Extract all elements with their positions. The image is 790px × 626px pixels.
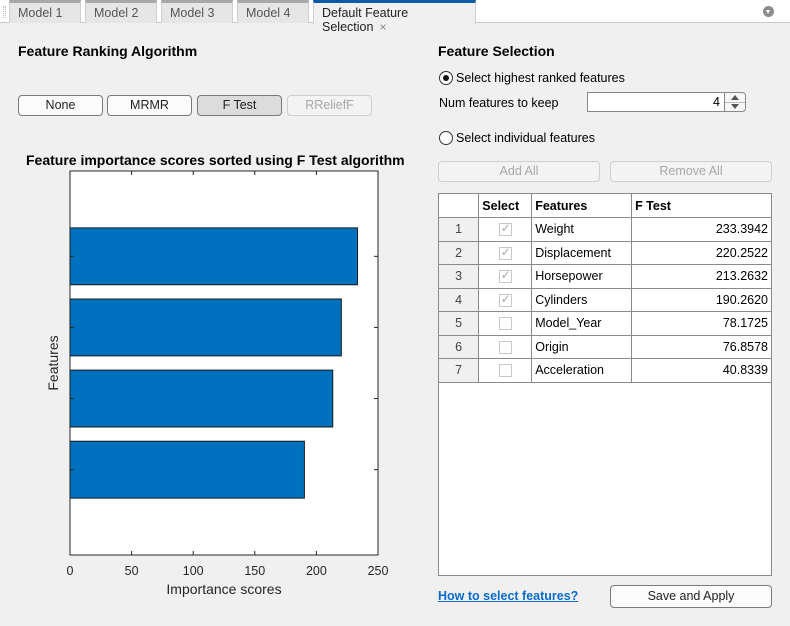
select-cell[interactable] [478, 311, 533, 336]
column-header-index [439, 194, 480, 218]
x-tick-label: 250 [368, 564, 389, 578]
f-test-score: 220.2522 [631, 240, 771, 265]
tab-model-3[interactable]: Model 3 [161, 0, 233, 23]
importance-bar-chart: 0 50 100 150 200 250 Importance scores Featur… [45, 170, 389, 597]
table-row[interactable]: 2 Displacement220.2522 [439, 240, 771, 265]
feature-name: Origin [531, 334, 633, 359]
features-table: Select Features F Test 1 Weight233.3942 2 D… [438, 193, 772, 576]
column-header-select[interactable]: Select [478, 194, 533, 218]
select-checkbox[interactable] [498, 364, 512, 378]
x-tick-label: 50 [125, 564, 139, 578]
f-test-score: 76.8578 [631, 334, 771, 359]
bar-displacement [69, 298, 342, 357]
tab-grip-icon[interactable] [3, 6, 6, 18]
table-row[interactable]: 3 Horsepower213.2632 [439, 264, 771, 289]
feature-name: Acceleration [531, 358, 633, 383]
f-test-button[interactable]: F Test [197, 95, 282, 116]
radio-individual-label: Select individual features [456, 131, 595, 145]
table-row[interactable]: 5 Model_Year 78.1725 [439, 311, 771, 336]
num-features-spinner[interactable]: 4 [587, 92, 746, 112]
f-test-score: 78.1725 [631, 311, 771, 336]
y-axis-label: Features [45, 335, 61, 390]
mrmr-button[interactable]: MRMR [107, 95, 192, 116]
table-row[interactable]: 1 Weight233.3942 [439, 217, 771, 242]
close-icon[interactable]: × [379, 20, 386, 34]
feature-name: Displacement [531, 240, 633, 265]
selection-heading: Feature Selection [438, 43, 555, 59]
remove-all-button: Remove All [610, 161, 772, 182]
row-index: 3 [439, 264, 480, 289]
select-checkbox[interactable] [498, 268, 512, 284]
f-test-score: 40.8339 [631, 358, 771, 383]
row-index: 2 [439, 240, 480, 265]
num-features-value[interactable]: 4 [713, 95, 720, 109]
f-test-score: 233.3942 [631, 217, 771, 242]
tab-label: Model 4 [246, 6, 291, 20]
x-tick-label: 150 [244, 564, 265, 578]
feature-name: Weight [531, 217, 633, 242]
tab-menu-chevron-icon[interactable] [763, 6, 774, 17]
select-checkbox[interactable] [498, 317, 512, 331]
radio-individual-features[interactable]: Select individual features [439, 131, 595, 145]
column-header-features[interactable]: Features [531, 194, 633, 218]
radio-button-unselected[interactable] [439, 131, 453, 145]
x-tick-label: 0 [67, 564, 74, 578]
rrelieff-button: RReliefF [287, 95, 372, 116]
bar-cylinders [69, 440, 305, 499]
table-header-row: Select Features F Test [439, 194, 771, 218]
row-index: 4 [439, 287, 480, 312]
none-button[interactable]: None [18, 95, 103, 116]
ranking-heading: Feature Ranking Algorithm [18, 43, 198, 59]
x-tick-label: 100 [183, 564, 204, 578]
select-checkbox[interactable] [498, 340, 512, 354]
select-checkbox[interactable] [498, 292, 512, 307]
column-header-f-test[interactable]: F Test [631, 194, 771, 218]
radio-button-selected[interactable] [439, 71, 453, 85]
select-cell[interactable] [478, 287, 533, 312]
tab-default-feature-selection[interactable]: Default Feature Selection × [313, 0, 476, 34]
radio-highest-label: Select highest ranked features [456, 71, 625, 85]
add-all-button: Add All [438, 161, 600, 182]
x-tick-label: 200 [306, 564, 327, 578]
row-index: 1 [439, 217, 480, 242]
row-index: 5 [439, 311, 480, 336]
tab-strip: Model 1 Model 2 Model 3 Model 4 Default … [0, 0, 790, 34]
feature-name: Cylinders [531, 287, 633, 312]
select-cell[interactable] [478, 240, 533, 265]
num-features-label: Num features to keep [439, 96, 559, 110]
decrement-arrow-icon[interactable] [731, 104, 739, 109]
feature-name: Model_Year [531, 311, 633, 336]
table-row[interactable]: 6 Origin 76.8578 [439, 334, 771, 359]
feature-name: Horsepower [531, 264, 633, 289]
tab-model-4[interactable]: Model 4 [237, 0, 309, 23]
table-row[interactable]: 4 Cylinders190.2620 [439, 287, 771, 312]
spinner-arrows[interactable] [724, 93, 745, 111]
tab-model-2[interactable]: Model 2 [85, 0, 157, 23]
select-cell[interactable] [478, 334, 533, 359]
tab-label: Default Feature Selection [322, 6, 409, 34]
f-test-score: 190.2620 [631, 287, 771, 312]
select-cell[interactable] [478, 264, 533, 289]
bar-horsepower [69, 369, 334, 428]
select-checkbox[interactable] [498, 245, 512, 260]
tab-label: Model 3 [170, 6, 215, 20]
increment-arrow-icon[interactable] [731, 95, 739, 100]
tab-model-1[interactable]: Model 1 [9, 0, 81, 23]
select-cell[interactable] [478, 217, 533, 242]
x-axis-label: Importance scores [166, 581, 281, 597]
row-index: 6 [439, 334, 480, 359]
spinner-divider [725, 101, 745, 103]
f-test-score: 213.2632 [631, 264, 771, 289]
select-checkbox[interactable] [498, 221, 512, 237]
table-row[interactable]: 7 Acceleration 40.8339 [439, 358, 771, 383]
tab-label: Model 2 [94, 6, 139, 20]
save-and-apply-button[interactable]: Save and Apply [610, 585, 772, 608]
row-index: 7 [439, 358, 480, 383]
radio-highest-ranked[interactable]: Select highest ranked features [439, 71, 625, 85]
tab-label: Model 1 [18, 6, 63, 20]
help-link[interactable]: How to select features? [438, 589, 578, 603]
bar-weight [69, 227, 359, 286]
select-cell[interactable] [478, 358, 533, 383]
